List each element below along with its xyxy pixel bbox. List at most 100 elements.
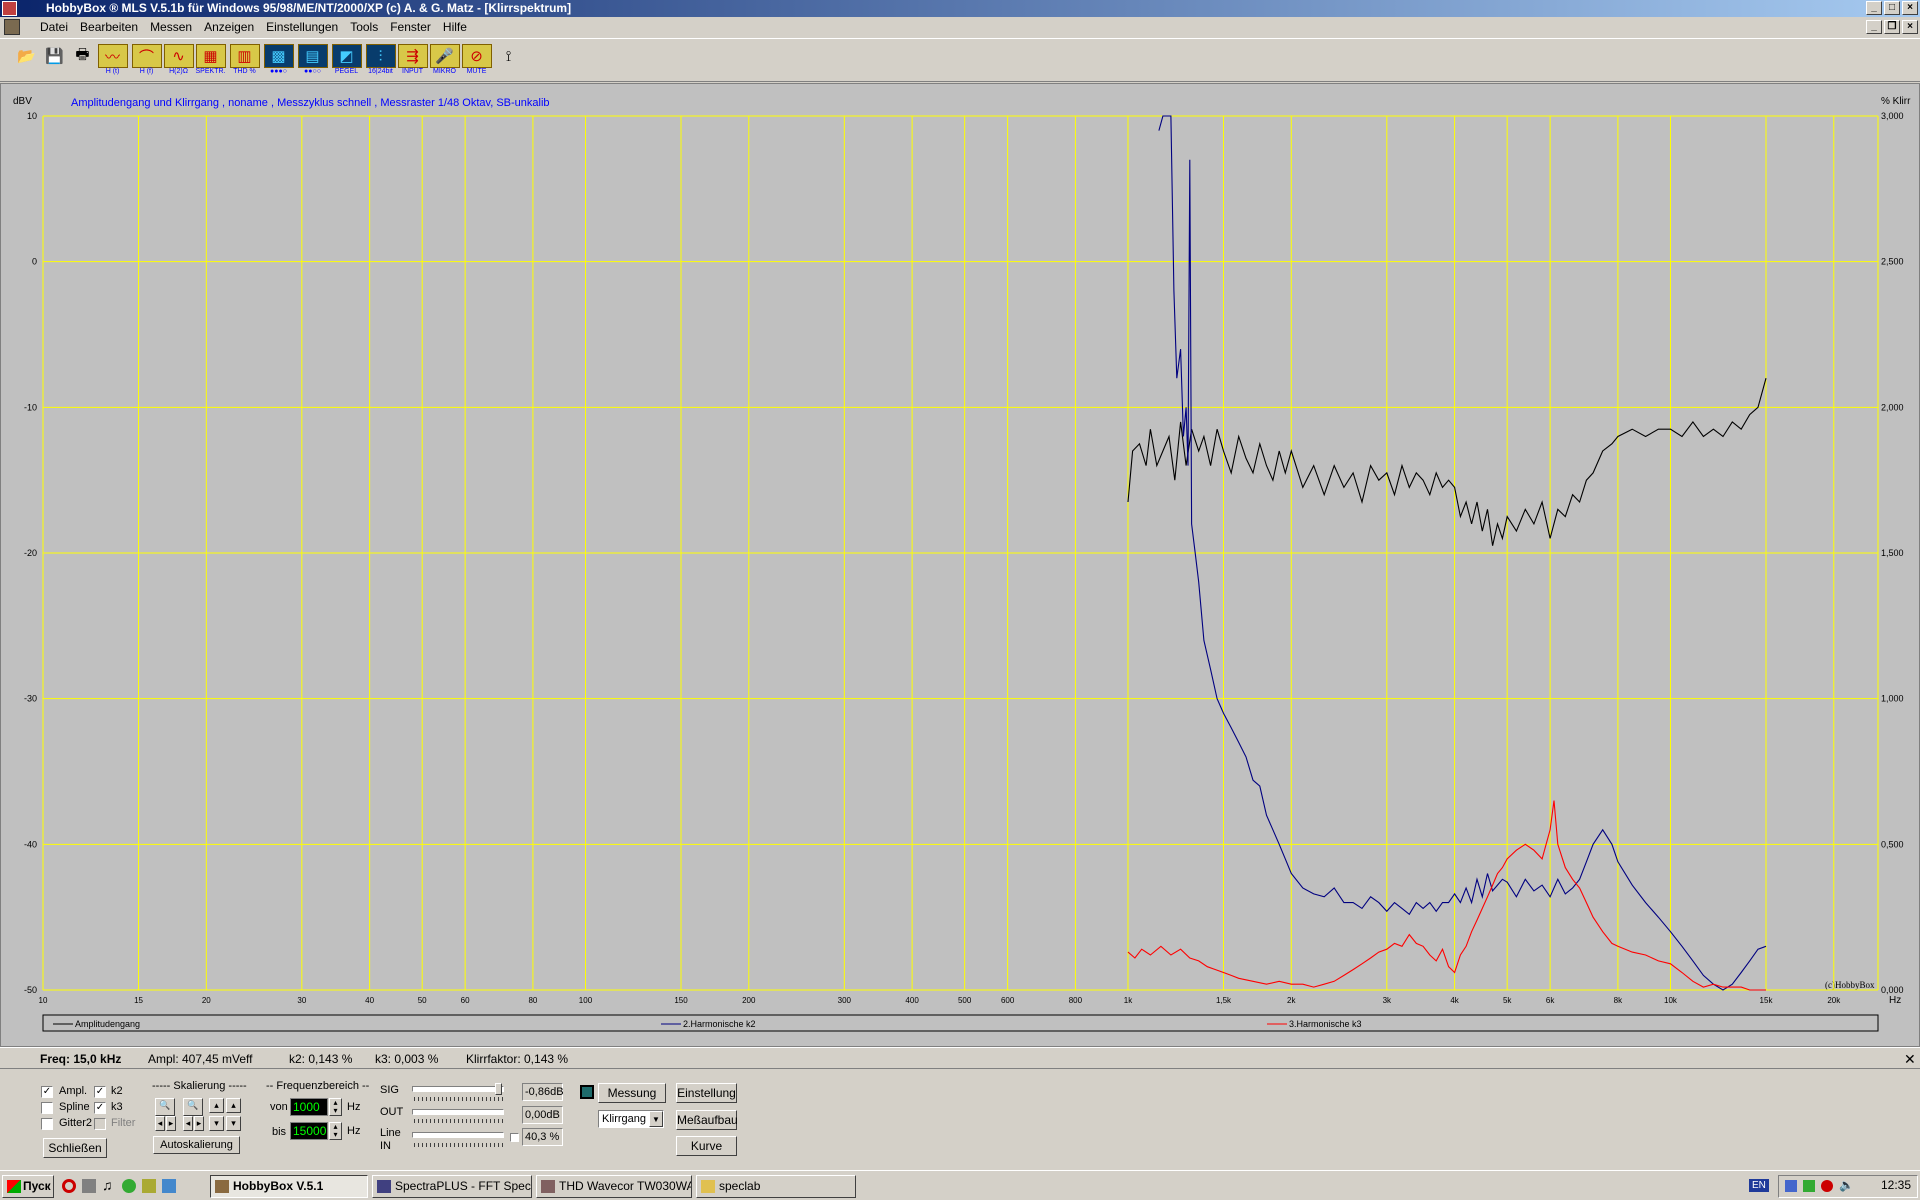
toolbar-label: ●●●○	[270, 68, 287, 75]
out-ticks	[414, 1119, 504, 1123]
y2-tick-label: 0,500	[1881, 839, 1904, 849]
browser-icon[interactable]	[162, 1179, 176, 1193]
line-slider[interactable]	[412, 1132, 504, 1138]
shift-left-icon[interactable]: ◂	[155, 1116, 165, 1131]
scroll-up-2-icon[interactable]: ▴	[226, 1098, 241, 1113]
menu-hilfe[interactable]: Hilfe	[437, 17, 473, 37]
toolbar-button-spectrum[interactable]: ▦ SPEKTR.	[194, 44, 227, 78]
sig-value: -0,86dB	[522, 1083, 564, 1101]
app-icon-green[interactable]	[122, 1179, 136, 1193]
x-tick-label: 30	[297, 996, 306, 1005]
toolbar-button-input[interactable]: ⇶ INPUT	[396, 44, 429, 78]
frequenzbereich-label: -- Frequenzbereich --	[266, 1080, 370, 1092]
zoom-out-icon[interactable]: 🔍	[183, 1098, 203, 1116]
toolbar-label: PEGEL	[334, 68, 359, 75]
child-minimize-button[interactable]: _	[1866, 20, 1882, 34]
toolbar-button-print[interactable]: 🖶	[66, 44, 99, 78]
child-close-button[interactable]: ×	[1902, 20, 1918, 34]
toolbar-button-impedance[interactable]: ∿ H(2)Ω	[162, 44, 195, 78]
klirrfaktor-readout: Klirrfaktor: 0,143 %	[466, 1052, 569, 1066]
tray-app-icon[interactable]	[1803, 1180, 1815, 1192]
toolbar-label: H(2)Ω	[169, 68, 188, 75]
sig-slider[interactable]	[412, 1086, 504, 1092]
toolbar-button-bar-spectrum[interactable]: ▤ ●●○○	[296, 44, 329, 78]
sig-slider-thumb[interactable]	[495, 1083, 502, 1095]
x-tick-label: 400	[905, 996, 919, 1005]
scroll-down-2-icon[interactable]: ▾	[226, 1116, 241, 1131]
menu-anzeigen[interactable]: Anzeigen	[198, 17, 260, 37]
k2-checkbox[interactable]: ✓	[94, 1086, 106, 1098]
scroll-down-icon[interactable]: ▾	[209, 1116, 224, 1131]
network-icon[interactable]	[1785, 1180, 1797, 1192]
autoskalierung-button[interactable]: Autoskalierung	[153, 1136, 240, 1154]
maximize-button[interactable]: □	[1884, 1, 1900, 15]
app-icon-yellow[interactable]	[142, 1179, 156, 1193]
taskbar-item[interactable]: speclab	[696, 1175, 856, 1198]
volume-icon[interactable]: 🔈	[1839, 1178, 1854, 1192]
music-icon[interactable]: ♫	[102, 1177, 113, 1193]
gitter2-checkbox[interactable]	[41, 1118, 53, 1130]
ampl-checkbox[interactable]: ✓	[41, 1086, 53, 1098]
taskbar-item[interactable]: THD Wavecor TW030WA...	[536, 1175, 692, 1198]
toolbar-button-level[interactable]: ◩ PEGEL	[330, 44, 363, 78]
zoom-in-icon[interactable]: 🔍	[155, 1098, 175, 1116]
close-button[interactable]: ×	[1902, 1, 1918, 15]
bis-input[interactable]: 15000	[290, 1122, 328, 1140]
impulse-response-icon: 〰	[97, 44, 128, 68]
line-value: 40,3 %	[522, 1128, 563, 1146]
readout-bar: Freq: 15,0 kHz Ampl: 407,45 mVeff k2: 0,…	[0, 1047, 1920, 1069]
close-panel-button[interactable]: Schließen	[43, 1138, 107, 1158]
stretch-right-icon[interactable]: ▸	[194, 1116, 204, 1131]
toolbar-button-tool[interactable]: ⟟	[492, 44, 525, 78]
toolbar-label: ●●○○	[304, 68, 321, 75]
toolbar-button-oscilloscope[interactable]: ▩ ●●●○	[262, 44, 295, 78]
shift-right-icon[interactable]: ▸	[166, 1116, 176, 1131]
messaufbau-button[interactable]: Meßaufbau	[676, 1110, 738, 1130]
close-icon[interactable]: ✕	[1904, 1048, 1916, 1070]
filter-checkbox	[94, 1118, 106, 1130]
toolbar-button-microphone[interactable]: 🎤 MIKRO	[428, 44, 461, 78]
line-checkbox[interactable]	[510, 1133, 519, 1142]
calculator-icon[interactable]	[82, 1179, 96, 1193]
y-tick-label: -10	[24, 402, 37, 412]
document-icon	[541, 1180, 555, 1193]
menu-fenster[interactable]: Fenster	[384, 17, 437, 37]
messung-button[interactable]: Messung	[598, 1083, 666, 1103]
y2-axis-label: % Klirr	[1881, 96, 1911, 107]
einstellung-button[interactable]: Einstellung	[676, 1083, 737, 1103]
von-spinner-icon[interactable]: ▴ ▾	[329, 1098, 342, 1116]
menu-tools[interactable]: Tools	[344, 17, 384, 37]
spline-checkbox[interactable]	[41, 1102, 53, 1114]
kurve-button[interactable]: Kurve	[676, 1136, 737, 1156]
taskbar-item[interactable]: SpectraPLUS - FFT Spect...	[372, 1175, 532, 1198]
bar-spectrum-icon: ▤	[297, 44, 328, 68]
toolbar-button-mute[interactable]: ⊘ MUTE	[460, 44, 493, 78]
toolbar-button-bit-depth[interactable]: ⫶ 16|24bit	[364, 44, 397, 78]
menu-datei[interactable]: Datei	[34, 17, 74, 37]
opera-icon[interactable]	[62, 1179, 76, 1193]
menu-messen[interactable]: Messen	[144, 17, 198, 37]
input-icon: ⇶	[397, 44, 428, 68]
freq-readout: Freq: 15,0 kHz	[40, 1052, 122, 1066]
menu-einstellungen[interactable]: Einstellungen	[260, 17, 344, 37]
toolbar-button-thd[interactable]: ▥ THD %	[228, 44, 261, 78]
stretch-left-icon[interactable]: ◂	[183, 1116, 193, 1131]
menu-bearbeiten[interactable]: Bearbeiten	[74, 17, 144, 37]
toolbar-button-frequency-response[interactable]: ⌒ H (f)	[130, 44, 163, 78]
chevron-down-icon[interactable]: ▼	[649, 1111, 663, 1127]
power-icon[interactable]	[1821, 1180, 1833, 1192]
mode-select[interactable]: Klirrgang ▼	[598, 1110, 664, 1128]
language-indicator[interactable]: EN	[1749, 1179, 1769, 1192]
out-slider[interactable]	[412, 1109, 504, 1115]
minimize-button[interactable]: _	[1866, 1, 1882, 15]
document-icon[interactable]	[4, 19, 20, 35]
k3-checkbox[interactable]: ✓	[94, 1102, 106, 1114]
start-button[interactable]: Пуск	[2, 1175, 54, 1198]
von-input[interactable]: 1000	[290, 1098, 328, 1116]
taskbar-item[interactable]: HobbyBox V.5.1	[210, 1175, 368, 1198]
scroll-up-icon[interactable]: ▴	[209, 1098, 224, 1113]
bis-spinner-icon[interactable]: ▴ ▾	[329, 1122, 342, 1140]
x-tick-label: 20k	[1827, 996, 1841, 1005]
toolbar-button-impulse-response[interactable]: 〰 H (t)	[96, 44, 129, 78]
child-restore-button[interactable]: ❐	[1884, 20, 1900, 34]
